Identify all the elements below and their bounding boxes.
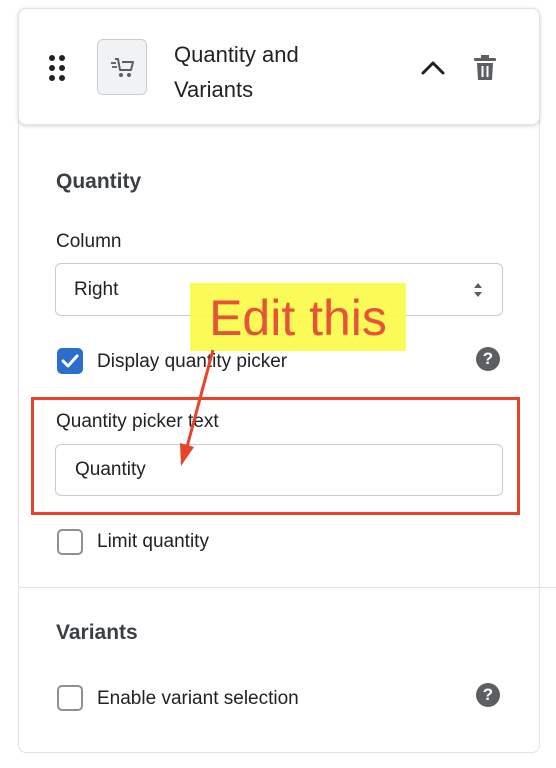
checkmark-icon (61, 354, 79, 368)
enable-variant-selection-checkbox[interactable] (57, 685, 83, 711)
block-title: Quantity and Variants (174, 42, 299, 102)
quantity-section-title: Quantity (56, 170, 142, 193)
section-divider (18, 587, 556, 588)
help-icon[interactable]: ? (476, 683, 500, 707)
annotation-label: Edit this (190, 283, 406, 351)
limit-quantity-label: Limit quantity (97, 531, 209, 552)
block-header[interactable]: Quantity and Variants (18, 8, 540, 125)
chevron-up-icon[interactable] (419, 57, 447, 79)
display-quantity-picker-label: Display quantity picker (97, 351, 288, 372)
enable-variant-selection-label: Enable variant selection (97, 688, 299, 709)
column-label: Column (56, 231, 122, 252)
cart-block-icon (97, 39, 147, 95)
variants-section-title: Variants (56, 621, 138, 644)
display-quantity-picker-checkbox[interactable] (57, 348, 83, 374)
column-select-value: Right (74, 279, 119, 300)
select-arrows-icon (474, 283, 482, 297)
drag-handle-icon[interactable] (49, 55, 65, 81)
limit-quantity-checkbox[interactable] (57, 529, 83, 555)
help-icon[interactable]: ? (476, 347, 500, 371)
trash-icon[interactable] (472, 53, 498, 83)
annotation-highlight-box (31, 397, 520, 515)
